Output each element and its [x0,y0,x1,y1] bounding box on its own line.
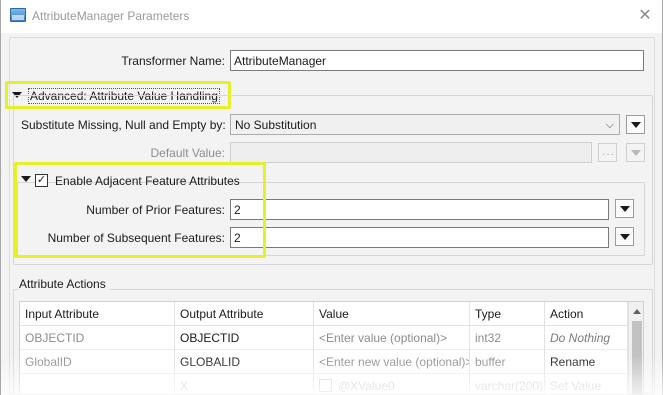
attribute-actions-title: Attribute Actions [19,277,109,291]
prior-features-input[interactable]: 2 [230,199,609,220]
table-row-1-action[interactable]: Rename [545,350,628,374]
triangle-down-icon [631,122,641,128]
dialog-window: AttributeManager Parameters ✕ Transforme… [0,0,663,395]
scroll-up-arrow-icon[interactable] [633,309,641,314]
table-row-1-input[interactable]: GlobalID [20,350,175,374]
table-row-2-value-cell[interactable]: @XValue0 [314,374,470,394]
table-row-0-action[interactable]: Do Nothing [545,326,628,350]
table-row-1-value[interactable]: <Enter new value (optional)> [314,350,470,374]
substitute-label: Substitute Missing, Null and Empty by: [21,118,226,132]
substitute-dropdown-value: No Substitution [235,118,317,132]
transformer-name-label: Transformer Name: [121,54,225,68]
table-row-0-type[interactable]: int32 [470,326,545,350]
close-icon[interactable]: ✕ [635,6,655,26]
column-header-value[interactable]: Value [314,302,470,326]
subsequent-features-menu-button[interactable] [615,227,634,246]
table-row-0-output[interactable]: OBJECTID [175,326,314,350]
attribute-actions-table: Input Attribute Output Attribute Value T… [19,301,644,395]
title-bar: AttributeManager Parameters ✕ [1,0,662,33]
table-scrollbar[interactable] [628,302,643,394]
default-value-input[interactable] [230,142,592,163]
prior-features-menu-button[interactable] [615,199,634,218]
triangle-down-icon [620,206,630,212]
table-row-2-value: @XValue0 [338,379,395,393]
ellipsis-icon: ... [602,144,616,158]
adjacent-highlight [14,162,266,258]
column-header-input[interactable]: Input Attribute [20,302,175,326]
table-row-2-output[interactable]: X [175,374,314,394]
column-header-output[interactable]: Output Attribute [175,302,314,326]
substitute-dropdown[interactable]: No Substitution ⌵ [230,114,620,135]
table-row-2-input[interactable] [20,374,175,394]
table-row-0-value[interactable]: <Enter value (optional)> [314,326,470,350]
subsequent-features-input[interactable]: 2 [230,227,609,248]
table-row-1-output[interactable]: GLOBALID [175,350,314,374]
table-row-2-action[interactable]: Set Value [545,374,628,394]
table-row-1-type[interactable]: buffer [470,350,545,374]
table-row-2-type[interactable]: varchar(200) [470,374,545,394]
value-checkbox[interactable] [319,379,332,392]
default-value-menu-button[interactable] [626,143,645,162]
transformer-name-input[interactable]: AttributeManager [230,50,644,71]
triangle-down-icon [620,234,630,240]
window-title: AttributeManager Parameters [32,9,190,23]
default-value-ellipsis-button[interactable]: ... [598,143,617,162]
chevron-down-icon: ⌵ [605,119,614,131]
default-value-label: Default Value: [150,146,226,160]
triangle-down-icon [631,150,641,156]
table-row-0-input[interactable]: OBJECTID [20,326,175,350]
scroll-thumb[interactable] [632,321,642,394]
column-header-type[interactable]: Type [470,302,545,326]
app-icon [10,8,26,22]
substitute-menu-button[interactable] [626,115,645,134]
column-header-action[interactable]: Action [545,302,628,326]
